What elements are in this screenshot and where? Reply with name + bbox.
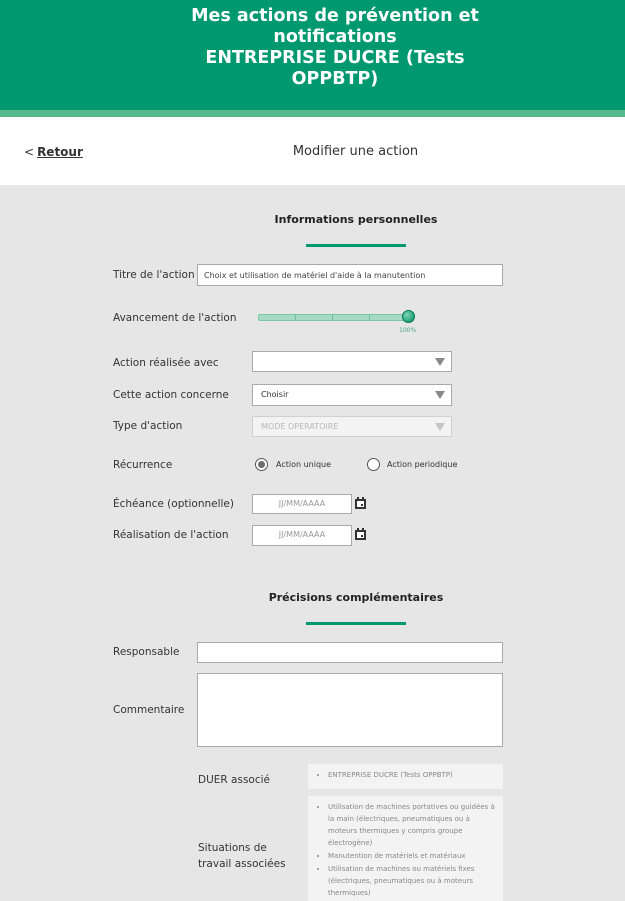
avancement-slider-thumb[interactable] — [402, 310, 415, 323]
situations-label-line2: travail associées — [198, 858, 286, 870]
avancement-value: 100% — [399, 327, 417, 334]
type-select-value: MODE OPERATOIRE — [261, 422, 339, 431]
echeance-date-input[interactable]: JJ/MM/AAAA — [252, 494, 352, 514]
concerne-label: Cette action concerne — [113, 389, 229, 401]
responsable-label: Responsable — [113, 646, 180, 658]
radio-action-unique-label[interactable]: Action unique — [276, 460, 331, 469]
commentaire-label: Commentaire — [113, 704, 185, 716]
duer-item: ENTREPRISE DUCRE (Tests OPPBTP) — [328, 769, 497, 781]
header-title: Mes actions de prévention et notificatio… — [180, 6, 490, 90]
header-title-line4: OPPBTP) — [291, 69, 379, 89]
slider-tick — [332, 315, 333, 320]
realisation-label: Réalisation de l'action — [113, 529, 229, 541]
situations-label-line1: Situations de — [198, 842, 267, 854]
caret-down-icon — [435, 391, 445, 399]
situation-item: Utilisation de machines portatives ou gu… — [328, 801, 497, 849]
realisation-date-input[interactable]: JJ/MM/AAAA — [252, 525, 352, 546]
responsable-input[interactable] — [197, 642, 503, 663]
radio-action-periodique[interactable] — [367, 458, 380, 471]
type-label: Type d'action — [113, 420, 183, 432]
slider-tick — [369, 315, 370, 320]
radio-action-periodique-label[interactable]: Action periodique — [387, 460, 457, 469]
situation-item: Utilisation de machines ou matériels fix… — [328, 863, 497, 899]
caret-down-icon — [435, 358, 445, 366]
header-title-line1: Mes actions de prévention et — [191, 6, 479, 26]
duer-label: DUER associé — [198, 774, 270, 786]
type-select: MODE OPERATOIRE — [252, 416, 452, 437]
section-underline — [306, 622, 406, 625]
concerne-select-value: Choisir — [261, 390, 289, 399]
commentaire-textarea[interactable] — [197, 673, 503, 747]
avancement-slider-track[interactable] — [258, 314, 408, 321]
slider-tick — [295, 315, 296, 320]
caret-down-icon — [435, 423, 445, 431]
titre-label: Titre de l'action — [113, 269, 195, 281]
header-title-line2: notifications — [273, 27, 397, 47]
section-title-precisions: Précisions complémentaires — [268, 591, 444, 604]
section-underline — [306, 244, 406, 247]
header-stripe — [0, 110, 625, 117]
section-title-infos: Informations personnelles — [274, 213, 438, 226]
recurrence-label: Récurrence — [113, 459, 173, 471]
duer-box: ENTREPRISE DUCRE (Tests OPPBTP) — [308, 764, 503, 789]
header-title-line3: ENTREPRISE DUCRE (Tests — [205, 48, 465, 68]
echeance-label: Échéance (optionnelle) — [113, 498, 234, 510]
nav-bar: < Retour Modifier une action — [0, 117, 625, 185]
calendar-icon[interactable] — [355, 528, 366, 540]
concerne-select[interactable]: Choisir — [252, 384, 452, 406]
situations-box: Utilisation de machines portatives ou gu… — [308, 796, 503, 901]
app-header: Mes actions de prévention et notificatio… — [0, 0, 625, 110]
realisee-select[interactable] — [252, 351, 452, 372]
page-title: Modifier une action — [292, 144, 419, 159]
avancement-label: Avancement de l'action — [113, 312, 237, 324]
realisee-label: Action réalisée avec — [113, 357, 219, 369]
radio-action-unique[interactable] — [255, 458, 268, 471]
situation-item: Manutention de matériels et matériaux — [328, 850, 497, 862]
titre-input[interactable] — [197, 264, 503, 286]
calendar-icon[interactable] — [355, 497, 366, 509]
situations-label: Situations de travail associées — [198, 840, 286, 872]
